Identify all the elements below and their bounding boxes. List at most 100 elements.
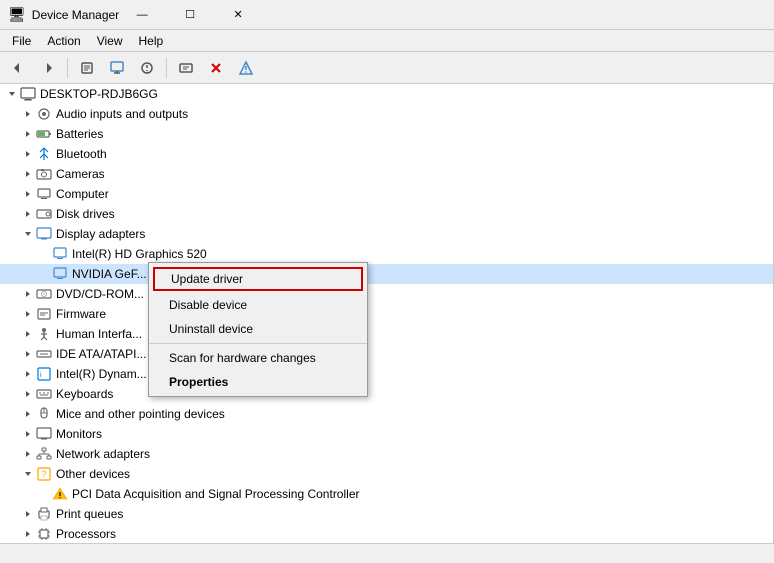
tree-item[interactable]: PCI Data Acquisition and Signal Processi… bbox=[0, 484, 773, 504]
expand-icon[interactable] bbox=[20, 166, 36, 182]
toolbar-properties[interactable] bbox=[73, 55, 101, 81]
expand-icon[interactable] bbox=[20, 186, 36, 202]
tree-item[interactable]: Computer bbox=[0, 184, 773, 204]
tree-item-label: Network adapters bbox=[56, 447, 150, 461]
status-bar bbox=[0, 543, 774, 563]
window-controls: — ☐ ✕ bbox=[119, 0, 261, 30]
menu-item-action[interactable]: Action bbox=[39, 32, 88, 50]
tree-item[interactable]: DESKTOP-RDJB6GG bbox=[0, 84, 773, 104]
toolbar-update-driver[interactable] bbox=[103, 55, 131, 81]
device-tree[interactable]: DESKTOP-RDJB6GGAudio inputs and outputsB… bbox=[0, 84, 774, 543]
expand-icon[interactable] bbox=[20, 206, 36, 222]
expand-icon[interactable] bbox=[4, 86, 20, 102]
expand-icon[interactable] bbox=[36, 266, 52, 282]
context-menu-separator bbox=[149, 343, 367, 344]
tree-item-label: Bluetooth bbox=[56, 147, 107, 161]
menu-bar: FileActionViewHelp bbox=[0, 30, 774, 52]
expand-icon[interactable] bbox=[20, 426, 36, 442]
tree-item[interactable]: Network adapters bbox=[0, 444, 773, 464]
audio-icon bbox=[36, 106, 52, 122]
toolbar-show-hidden[interactable] bbox=[133, 55, 161, 81]
tree-item[interactable]: Keyboards bbox=[0, 384, 773, 404]
tree-item[interactable]: Batteries bbox=[0, 124, 773, 144]
main-panel: DESKTOP-RDJB6GGAudio inputs and outputsB… bbox=[0, 84, 774, 543]
expand-icon[interactable] bbox=[20, 326, 36, 342]
expand-icon[interactable] bbox=[20, 386, 36, 402]
expand-icon[interactable] bbox=[20, 106, 36, 122]
tree-item[interactable]: Cameras bbox=[0, 164, 773, 184]
tree-item[interactable]: ? Other devices bbox=[0, 464, 773, 484]
context-menu: Update driverDisable deviceUninstall dev… bbox=[148, 262, 368, 397]
tree-item-label: Print queues bbox=[56, 507, 123, 521]
context-menu-item-properties[interactable]: Properties bbox=[149, 370, 367, 394]
computer2-icon bbox=[36, 186, 52, 202]
toolbar-sep2 bbox=[166, 58, 167, 78]
expand-icon[interactable] bbox=[20, 126, 36, 142]
tree-item-label: Firmware bbox=[56, 307, 106, 321]
context-menu-item-uninstall-device[interactable]: Uninstall device bbox=[149, 317, 367, 341]
tree-item-label: DESKTOP-RDJB6GG bbox=[40, 87, 158, 101]
expand-icon[interactable] bbox=[20, 506, 36, 522]
tree-item-label: Intel(R) HD Graphics 520 bbox=[72, 247, 207, 261]
tree-item[interactable]: Monitors bbox=[0, 424, 773, 444]
tree-item[interactable]: Print queues bbox=[0, 504, 773, 524]
battery-icon bbox=[36, 126, 52, 142]
tree-item[interactable]: iIntel(R) Dynam... bbox=[0, 364, 773, 384]
expand-icon[interactable] bbox=[20, 526, 36, 542]
tree-item-label: Processors bbox=[56, 527, 116, 541]
tree-item-label: Cameras bbox=[56, 167, 105, 181]
tree-item-label: Keyboards bbox=[56, 387, 113, 401]
tree-item[interactable]: Human Interfa... bbox=[0, 324, 773, 344]
expand-icon[interactable] bbox=[36, 486, 52, 502]
svg-text:i: i bbox=[40, 372, 42, 379]
expand-icon[interactable] bbox=[20, 146, 36, 162]
tree-item[interactable]: DVD/CD-ROM... bbox=[0, 284, 773, 304]
menu-item-view[interactable]: View bbox=[89, 32, 131, 50]
context-menu-item-update-driver[interactable]: Update driver bbox=[153, 267, 363, 291]
context-menu-item-scan-for-hardware-changes[interactable]: Scan for hardware changes bbox=[149, 346, 367, 370]
human-icon bbox=[36, 326, 52, 342]
tree-item-label: Mice and other pointing devices bbox=[56, 407, 225, 421]
tree-item[interactable]: Mice and other pointing devices bbox=[0, 404, 773, 424]
expand-icon[interactable] bbox=[20, 366, 36, 382]
display-icon bbox=[36, 226, 52, 242]
close-button[interactable]: ✕ bbox=[215, 0, 261, 30]
expand-icon[interactable] bbox=[20, 346, 36, 362]
camera-icon bbox=[36, 166, 52, 182]
print-icon bbox=[36, 506, 52, 522]
context-menu-item-disable-device[interactable]: Disable device bbox=[149, 293, 367, 317]
tree-item[interactable]: Intel(R) HD Graphics 520 bbox=[0, 244, 773, 264]
menu-item-file[interactable]: File bbox=[4, 32, 39, 50]
expand-icon[interactable] bbox=[36, 246, 52, 262]
tree-item[interactable]: IDE ATA/ATAPI... bbox=[0, 344, 773, 364]
menu-item-help[interactable]: Help bbox=[131, 32, 172, 50]
tree-item[interactable]: Bluetooth bbox=[0, 144, 773, 164]
toolbar-back[interactable] bbox=[4, 55, 32, 81]
toolbar-forward[interactable] bbox=[34, 55, 62, 81]
tree-item[interactable]: Processors bbox=[0, 524, 773, 543]
expand-icon[interactable] bbox=[20, 306, 36, 322]
expand-icon[interactable] bbox=[20, 446, 36, 462]
tree-item[interactable]: Disk drives bbox=[0, 204, 773, 224]
tree-item[interactable]: NVIDIA GeF... bbox=[0, 264, 773, 284]
expand-icon[interactable] bbox=[20, 406, 36, 422]
dvd-icon bbox=[36, 286, 52, 302]
tree-item[interactable]: Firmware bbox=[0, 304, 773, 324]
minimize-button[interactable]: — bbox=[119, 0, 165, 30]
toolbar-add-legacy[interactable] bbox=[232, 55, 260, 81]
tree-item[interactable]: Audio inputs and outputs bbox=[0, 104, 773, 124]
tree-item-label: Other devices bbox=[56, 467, 130, 481]
expand-icon[interactable] bbox=[20, 226, 36, 242]
mouse-icon bbox=[36, 406, 52, 422]
svg-text:?: ? bbox=[42, 469, 47, 479]
device-icon bbox=[52, 246, 68, 262]
tree-item[interactable]: Display adapters bbox=[0, 224, 773, 244]
toolbar-scan-changes[interactable] bbox=[172, 55, 200, 81]
maximize-button[interactable]: ☐ bbox=[167, 0, 213, 30]
bluetooth-icon bbox=[36, 146, 52, 162]
tree-item-label: Disk drives bbox=[56, 207, 115, 221]
toolbar-uninstall[interactable] bbox=[202, 55, 230, 81]
tree-item-label: Computer bbox=[56, 187, 109, 201]
expand-icon[interactable] bbox=[20, 286, 36, 302]
expand-icon[interactable] bbox=[20, 466, 36, 482]
